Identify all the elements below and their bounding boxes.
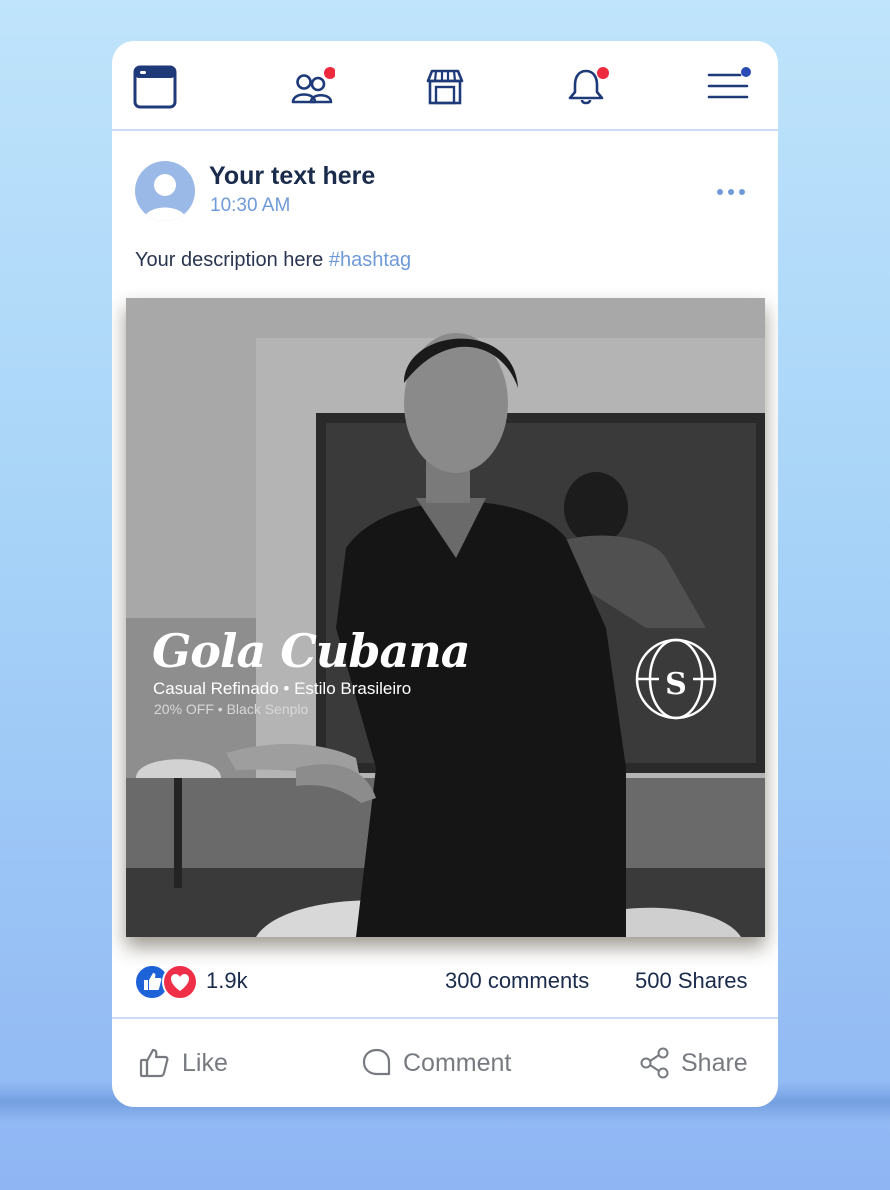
comment-count[interactable]: 300 comments bbox=[445, 968, 589, 994]
friends-badge bbox=[324, 67, 335, 79]
brand-seal-icon: S bbox=[635, 638, 717, 720]
nav-home-button[interactable] bbox=[132, 65, 178, 109]
top-nav bbox=[112, 41, 778, 129]
post-card: Your text here 10:30 AM Your description… bbox=[112, 41, 778, 1107]
nav-divider bbox=[112, 129, 778, 131]
stats-divider bbox=[112, 1017, 778, 1019]
hashtag-link[interactable]: #hashtag bbox=[329, 249, 411, 271]
post-image[interactable]: Gola Cubana Casual Refinado • Estilo Bra… bbox=[126, 298, 765, 937]
nav-friends-button[interactable] bbox=[289, 65, 335, 109]
menu-badge bbox=[741, 67, 751, 77]
comment-button[interactable]: Comment bbox=[361, 1041, 511, 1085]
notifications-badge bbox=[597, 67, 609, 79]
share-icon bbox=[640, 1047, 669, 1079]
comment-bubble-icon bbox=[362, 1048, 391, 1076]
share-count[interactable]: 500 Shares bbox=[635, 968, 748, 994]
share-button[interactable]: Share bbox=[639, 1041, 748, 1085]
avatar[interactable] bbox=[135, 161, 195, 221]
browser-window-icon bbox=[133, 65, 177, 109]
like-label: Like bbox=[182, 1048, 228, 1077]
notifications-bell-icon bbox=[568, 67, 609, 105]
brand-logo: S bbox=[633, 636, 719, 722]
description-text: Your description here bbox=[135, 249, 324, 271]
ad-subtitle: Casual Refinado • Estilo Brasileiro bbox=[153, 679, 412, 698]
nav-menu-button[interactable] bbox=[706, 65, 752, 109]
ad-offer: 20% OFF • Black Senplo bbox=[154, 701, 309, 717]
thumbs-up-icon bbox=[139, 1048, 169, 1078]
love-reaction-badge[interactable] bbox=[162, 964, 198, 1000]
love-reaction-icon bbox=[171, 974, 189, 991]
user-silhouette-icon bbox=[143, 174, 187, 221]
comment-label: Comment bbox=[403, 1048, 512, 1077]
post-description: Your description here #hashtag bbox=[135, 249, 411, 272]
post-timestamp: 10:30 AM bbox=[210, 195, 291, 216]
more-options-icon bbox=[717, 189, 745, 195]
marketplace-store-icon bbox=[426, 69, 464, 105]
brand-logo-letter: S bbox=[665, 667, 687, 702]
nav-marketplace-button[interactable] bbox=[422, 65, 468, 109]
share-label: Share bbox=[681, 1048, 748, 1077]
like-button[interactable]: Like bbox=[138, 1041, 228, 1085]
more-options-button[interactable] bbox=[710, 176, 754, 208]
hamburger-menu-icon bbox=[707, 67, 751, 99]
author-name[interactable]: Your text here bbox=[209, 162, 375, 191]
reaction-count[interactable]: 1.9k bbox=[206, 968, 248, 994]
friends-icon bbox=[291, 67, 335, 104]
ad-headline: Gola Cubana bbox=[152, 624, 471, 678]
photo-illustration bbox=[126, 298, 765, 937]
nav-notifications-button[interactable] bbox=[563, 65, 609, 109]
